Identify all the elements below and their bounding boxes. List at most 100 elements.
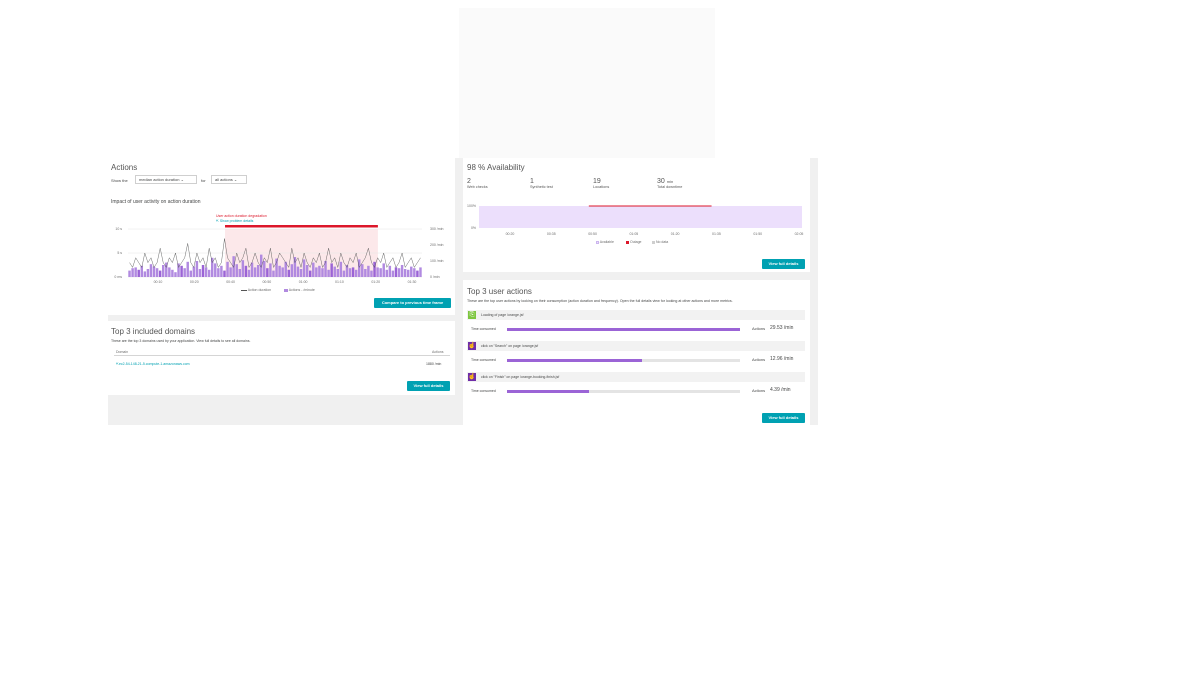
domain-row-link[interactable]: ⇱ec2-54-148-21-5.compute-1.amazonaws.com <box>116 362 190 366</box>
action-bar <box>305 265 309 277</box>
action-bar <box>204 267 208 277</box>
metric-dropdown[interactable]: median action duration ⌄ <box>135 175 197 184</box>
y-right-tick: 300 /min <box>430 227 443 231</box>
legend-actions-label: Actions - /minute <box>288 288 315 292</box>
action-bar <box>290 264 294 277</box>
action-bar <box>324 261 327 277</box>
domains-panel: Top 3 included domains These are the top… <box>108 321 455 395</box>
availability-view-details-button[interactable]: View full details <box>762 259 805 269</box>
user-actions-view-details-button[interactable]: View full details <box>762 413 805 423</box>
chevron-down-icon: ⌄ <box>180 177 184 182</box>
action-bar <box>367 265 370 277</box>
action-bar <box>345 265 349 277</box>
action-bar <box>385 269 389 277</box>
chart-subtitle: Impact of user activity on action durati… <box>111 199 201 205</box>
avail-x-tick: 02:05 <box>795 232 804 236</box>
legend-actions: Actions - /minute <box>284 288 315 292</box>
avail-x-tick: 01:05 <box>629 232 638 236</box>
action-bar <box>275 258 278 277</box>
availability-chart: 100% 0% 00:20 00:35 00:50 01:05 01:20 01:35 01:5… <box>467 204 804 236</box>
legend-available: Available <box>596 240 614 244</box>
show-the-label: Show the <box>111 178 128 183</box>
actions-value: 29.53 /min <box>770 325 794 331</box>
action-bar <box>403 269 407 277</box>
actions-value: 4.39 /min <box>770 387 791 393</box>
bar-legend-icon <box>284 288 288 292</box>
action-bar <box>339 261 343 277</box>
action-bar <box>174 272 177 277</box>
table-divider <box>114 355 450 356</box>
user-action-item[interactable]: ☝ click on "Finish" on page /orange-booki… <box>467 372 805 400</box>
action-bar <box>394 267 398 277</box>
action-bar <box>351 267 355 277</box>
action-bar <box>137 269 140 277</box>
action-bar <box>376 267 379 277</box>
action-bar <box>250 262 254 277</box>
click-icon: ☝ <box>468 342 476 350</box>
user-action-item[interactable]: ⎘ Loading of page /orange.jsf Time consume… <box>467 310 805 338</box>
user-actions-title: Top 3 user actions <box>467 287 532 296</box>
compare-button[interactable]: Compare to previous time frame <box>374 298 451 308</box>
action-bar <box>388 265 392 277</box>
y-left-tick: 10 s <box>115 227 122 231</box>
action-bar <box>299 269 303 277</box>
x-tick: 00:50 <box>262 280 271 284</box>
action-bar <box>244 265 248 277</box>
alert-title: User action duration degradation <box>216 214 267 218</box>
action-bar <box>318 265 321 277</box>
user-action-item[interactable]: ☝ click on "Search" on page /orange.jsf Ti… <box>467 341 805 369</box>
action-bar <box>357 259 361 277</box>
avail-x-tick: 00:20 <box>506 232 515 236</box>
outage-swatch <box>626 240 629 244</box>
x-tick: 00:40 <box>226 280 235 284</box>
action-bar <box>419 267 422 277</box>
action-bar <box>192 266 196 277</box>
action-bar <box>302 259 306 277</box>
domains-title: Top 3 included domains <box>111 327 196 336</box>
action-bar <box>272 270 275 277</box>
action-bar <box>370 270 373 277</box>
action-bar <box>256 265 260 277</box>
actions-label: Actions <box>752 388 766 393</box>
actions-filter-dropdown[interactable]: all actions ⌄ <box>211 175 247 184</box>
chevron-down-icon: ⌄ <box>233 177 238 182</box>
legend-outage-label: Outage <box>629 240 642 244</box>
stat-synthetic-test: 1 Synthetic test <box>530 178 553 189</box>
action-bar <box>223 270 226 277</box>
action-bar <box>235 264 238 277</box>
actions-title: Actions <box>111 163 138 172</box>
action-bar <box>180 265 183 277</box>
action-bar <box>226 261 229 277</box>
action-bar <box>183 268 186 277</box>
legend-no-data: No data <box>652 240 668 244</box>
user-action-name: click on "Finish" on page /orange-bookin… <box>481 375 560 379</box>
col-domain-header: Domain <box>116 350 129 354</box>
domain-actions-value: 1880 /min <box>426 362 442 366</box>
action-bar <box>143 271 147 277</box>
action-bar <box>214 263 217 277</box>
stat-label: Locations <box>593 185 610 189</box>
action-bar <box>348 268 352 277</box>
avail-x-tick: 01:35 <box>712 232 721 236</box>
user-action-name: click on "Search" on page /orange.jsf <box>481 344 539 348</box>
action-bar <box>296 266 300 277</box>
legend-available-label: Available <box>599 240 614 244</box>
available-swatch <box>596 240 599 244</box>
action-bar <box>382 263 385 277</box>
action-bar <box>247 269 251 277</box>
action-bar <box>315 267 318 277</box>
domains-view-details-button[interactable]: View full details <box>407 381 450 391</box>
time-consumed-label: Time consumed <box>471 358 496 362</box>
action-bar <box>263 261 266 277</box>
availability-panel: 98 % Availability 2 Web checks 1 Synthet… <box>463 158 810 272</box>
stat-label: Web checks <box>467 185 488 189</box>
action-bar <box>312 262 315 277</box>
time-consumed-fill <box>507 328 740 331</box>
action-bar <box>400 265 404 277</box>
x-tick: 01:20 <box>371 280 380 284</box>
actions-chart: 10 s 5 s 0 ms 300 /min 200 /min 100 /min 0 /mi… <box>114 225 443 284</box>
legend-no-data-label: No data <box>655 240 669 244</box>
no-data-swatch <box>652 240 655 244</box>
action-bar <box>266 268 269 277</box>
avail-y-tick: 0% <box>471 226 476 230</box>
